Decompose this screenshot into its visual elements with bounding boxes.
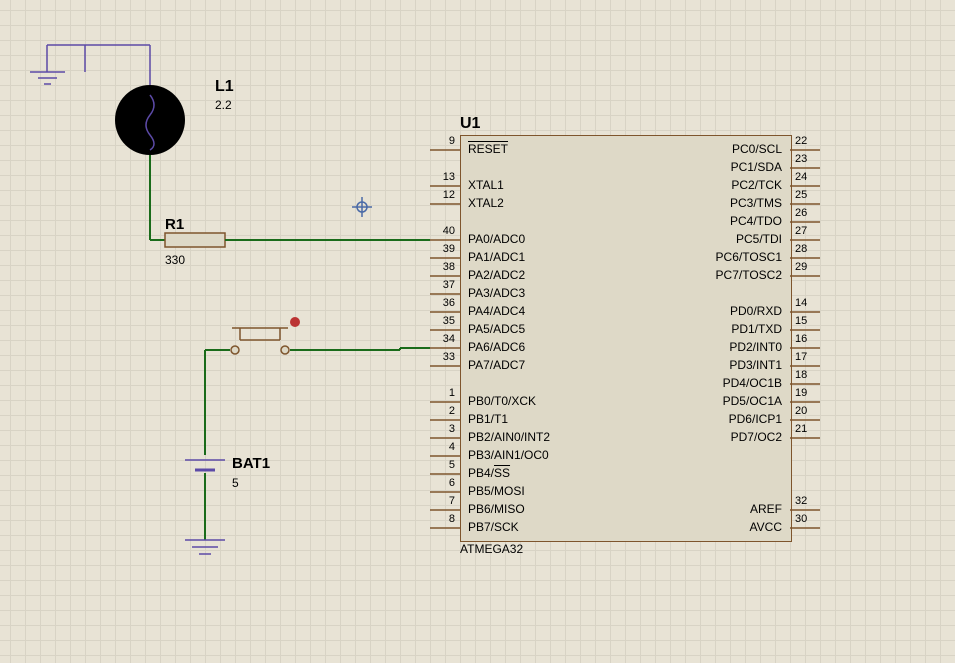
pin-number: 24 — [795, 171, 807, 183]
pin-label: PD1/TXD — [731, 322, 782, 336]
pin-label: PC0/SCL — [732, 142, 782, 156]
pin-label: PA3/ADC3 — [468, 286, 525, 300]
pin-label: PA2/ADC2 — [468, 268, 525, 282]
pin-number: 29 — [795, 261, 807, 273]
pin-number: 20 — [795, 405, 807, 417]
pin-number: 3 — [430, 423, 455, 435]
schematic-canvas[interactable]: U1 ATMEGA32 L1 2.2 R1 330 BAT1 5 — [0, 0, 955, 663]
pin-label: PB1/T1 — [468, 412, 508, 426]
pin-label: AREF — [750, 502, 782, 516]
pin-number: 2 — [430, 405, 455, 417]
pin-label: PD6/ICP1 — [729, 412, 782, 426]
pin-number: 14 — [795, 297, 807, 309]
pin-number: 15 — [795, 315, 807, 327]
pin-number: 16 — [795, 333, 807, 345]
pin-label: PC3/TMS — [730, 196, 782, 210]
pin-number: 8 — [430, 513, 455, 525]
pin-number: 13 — [430, 171, 455, 183]
pin-label: RESET — [468, 142, 508, 156]
pin-label: AVCC — [750, 520, 782, 534]
pin-label: PD3/INT1 — [729, 358, 782, 372]
pin-label: XTAL1 — [468, 178, 504, 192]
pin-number: 23 — [795, 153, 807, 165]
pin-number: 34 — [430, 333, 455, 345]
pin-number: 26 — [795, 207, 807, 219]
pin-label: PB7/SCK — [468, 520, 519, 534]
pin-number: 12 — [430, 189, 455, 201]
pin-label: PD0/RXD — [730, 304, 782, 318]
pin-number: 1 — [430, 387, 455, 399]
pin-label: PB3/AIN1/OC0 — [468, 448, 549, 462]
pin-label: PC2/TCK — [731, 178, 782, 192]
pin-label: PD5/OC1A — [723, 394, 782, 408]
pin-label: PC5/TDI — [736, 232, 782, 246]
pin-number: 38 — [430, 261, 455, 273]
pin-label: PB6/MISO — [468, 502, 525, 516]
pin-number: 35 — [430, 315, 455, 327]
pin-number: 22 — [795, 135, 807, 147]
pin-label: PC4/TDO — [730, 214, 782, 228]
pin-number: 4 — [430, 441, 455, 453]
pin-number: 27 — [795, 225, 807, 237]
pin-label: PD7/OC2 — [731, 430, 782, 444]
pin-label: PA0/ADC0 — [468, 232, 525, 246]
pin-number: 6 — [430, 477, 455, 489]
pin-label: PA5/ADC5 — [468, 322, 525, 336]
pin-label: PD2/INT0 — [729, 340, 782, 354]
pin-label: PA4/ADC4 — [468, 304, 525, 318]
pin-number: 5 — [430, 459, 455, 471]
pin-number: 36 — [430, 297, 455, 309]
pin-label: PC6/TOSC1 — [716, 250, 782, 264]
pin-label: PA1/ADC1 — [468, 250, 525, 264]
pin-number: 39 — [430, 243, 455, 255]
pin-label: PB2/AIN0/INT2 — [468, 430, 550, 444]
pin-number: 32 — [795, 495, 807, 507]
pin-number: 19 — [795, 387, 807, 399]
pin-label: PB4/SS — [468, 466, 510, 480]
pin-label: PC7/TOSC2 — [716, 268, 782, 282]
pin-label: PC1/SDA — [731, 160, 782, 174]
pin-number: 40 — [430, 225, 455, 237]
pin-number: 28 — [795, 243, 807, 255]
pin-number: 21 — [795, 423, 807, 435]
pin-label: PA7/ADC7 — [468, 358, 525, 372]
pin-number: 33 — [430, 351, 455, 363]
pin-label: PD4/OC1B — [723, 376, 782, 390]
pin-label: XTAL2 — [468, 196, 504, 210]
pin-label: PB0/T0/XCK — [468, 394, 536, 408]
pin-number: 17 — [795, 351, 807, 363]
pin-number: 25 — [795, 189, 807, 201]
pin-number: 37 — [430, 279, 455, 291]
pin-label: PB5/MOSI — [468, 484, 525, 498]
pin-number: 9 — [430, 135, 455, 147]
pin-label: PA6/ADC6 — [468, 340, 525, 354]
pin-number: 30 — [795, 513, 807, 525]
pin-number: 18 — [795, 369, 807, 381]
pin-number: 7 — [430, 495, 455, 507]
